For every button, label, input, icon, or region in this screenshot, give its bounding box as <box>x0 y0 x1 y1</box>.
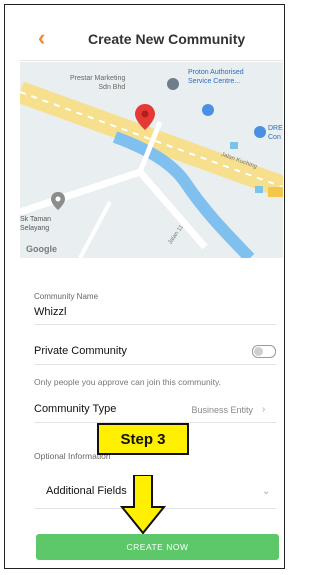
community-name-field[interactable]: Whizzl <box>34 306 66 318</box>
private-community-toggle[interactable] <box>252 345 276 358</box>
community-type-label[interactable]: Community Type <box>34 403 116 415</box>
step-annotation-box: Step 3 <box>97 423 189 455</box>
community-type-value[interactable]: Business Entity <box>191 405 253 415</box>
step-down-arrow-icon <box>120 475 166 535</box>
map-label-dre: DRE Con <box>268 125 283 141</box>
toggle-knob <box>254 347 263 356</box>
map-label-proton: Proton Authorised Service Centre... <box>188 69 244 85</box>
map-label-prestar: Prestar Marketing Sdn Bhd <box>70 75 126 91</box>
community-name-label: Community Name <box>34 292 99 301</box>
create-now-button[interactable]: CREATE NOW <box>36 534 279 560</box>
divider <box>34 364 276 365</box>
location-map[interactable]: Prestar Marketing Sdn Bhd Proton Authori… <box>20 62 283 258</box>
map-area-label: Sk Taman Selayang <box>20 216 51 232</box>
private-community-note: Only people you approve can join this co… <box>34 377 221 387</box>
page-title: Create New Community <box>88 31 246 47</box>
app-header: ‹ Create New Community <box>20 20 283 61</box>
additional-fields-label[interactable]: Additional Fields <box>46 485 127 497</box>
divider <box>34 324 276 325</box>
chevron-right-icon[interactable]: › <box>262 404 265 415</box>
chevron-down-icon[interactable]: ⌄ <box>262 486 270 497</box>
private-community-label: Private Community <box>34 345 127 357</box>
google-logo: Google <box>26 244 57 254</box>
chevron-left-icon[interactable]: ‹ <box>38 26 45 50</box>
